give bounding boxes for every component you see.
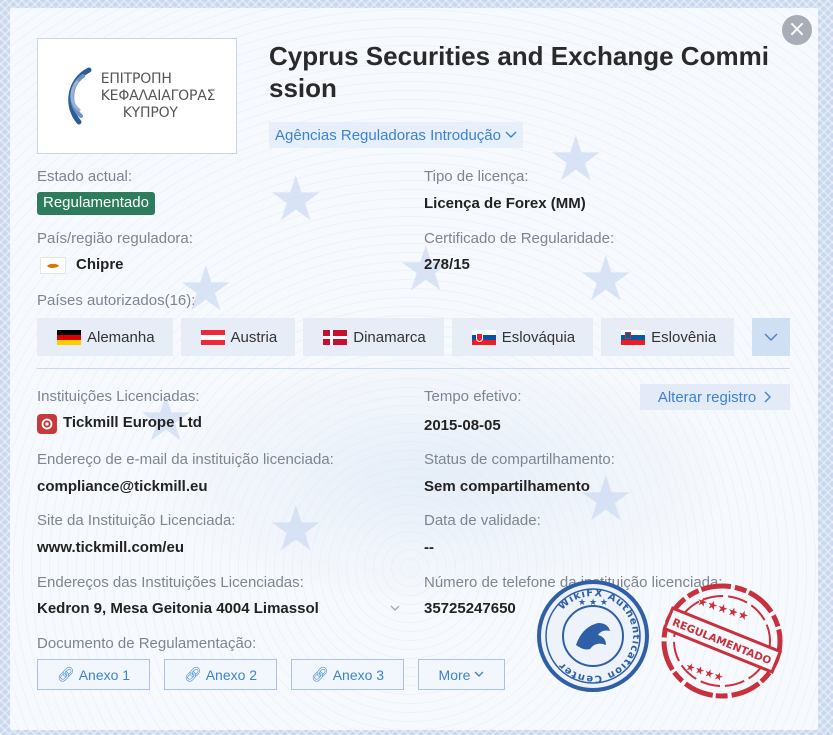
country-chip[interactable]: Austria	[180, 318, 296, 356]
annex-label: Anexo 2	[205, 666, 258, 683]
intro-link-label: Agências Reguladoras Introdução	[275, 126, 501, 144]
logo-text: ΕΠΙΤΡΟΠΗ ΚΕΦΑΛΑΙΑΓΟΡΑΣ ΚΥΠΡΟΥ	[101, 71, 216, 122]
alter-registro-button[interactable]: Alterar registro	[640, 384, 790, 410]
country-chip[interactable]: Dinamarca	[303, 318, 444, 356]
slovenia-flag-icon	[621, 329, 646, 345]
validade-value: --	[424, 539, 434, 556]
slovakia-flag-icon	[471, 329, 496, 345]
estado-label: Estado actual:	[37, 168, 133, 185]
address-expand-chevron[interactable]	[390, 601, 400, 615]
watermark-star-icon: ★	[268, 492, 324, 565]
regulated-stamp: ★★★★★ REGULAMENTADO ★★★★	[661, 583, 783, 699]
validade-label: Data de validade:	[424, 512, 541, 529]
alter-registro-label: Alterar registro	[657, 388, 757, 406]
countries-expand-button[interactable]	[752, 318, 790, 356]
svg-text:★ ★ ★: ★ ★ ★	[578, 598, 608, 608]
country-chip[interactable]: Eslováquia	[451, 318, 594, 356]
logo-line: ΚΥΠΡΟΥ	[122, 104, 178, 121]
annex-label: Anexo 1	[78, 666, 131, 683]
tickmill-logo-icon	[37, 414, 57, 434]
site-label: Site da Instituição Licenciada:	[37, 512, 236, 529]
watermark-star-icon: ★	[578, 242, 634, 315]
chevron-down-icon	[474, 671, 484, 677]
country-name: Austria	[230, 328, 278, 346]
link-icon: 🔗︎	[310, 666, 329, 682]
country-name: Eslováquia	[501, 328, 576, 346]
watermark-star-icon: ★	[548, 122, 604, 195]
annex-3-button[interactable]: 🔗︎ Anexo 3	[291, 659, 404, 690]
addr-label: Endereços das Instituições Licenciadas:	[37, 574, 304, 591]
status-value: Sem compartilhamento	[424, 478, 590, 495]
more-label: More	[438, 666, 471, 683]
paises-label: Países autorizados(16):	[37, 292, 196, 309]
wikifx-authentication-seal: WikiFX Authentication Center ★ ★ ★	[537, 580, 649, 692]
cyprus-flag-icon	[40, 257, 66, 274]
pais-value: Chipre	[76, 256, 124, 273]
tipo-value: Licença de Forex (MM)	[424, 195, 586, 212]
chevron-down-icon	[764, 333, 778, 341]
regulator-card: ★ ★ ★ ★ ★ ★ ★ ★ ΕΠΙΤΡΟΠΗ ΚΕΦΑΛΑΙΑΓΟΡΑΣ Κ…	[10, 8, 818, 730]
watermark-star-icon: ★	[268, 162, 324, 235]
site-value[interactable]: www.tickmill.com/eu	[37, 539, 184, 556]
country-chip[interactable]: Eslovênia	[601, 318, 735, 356]
regulator-logo: ΕΠΙΤΡΟΠΗ ΚΕΦΑΛΑΙΑΓΟΡΑΣ ΚΥΠΡΟΥ	[37, 38, 237, 154]
country-name: Alemanha	[87, 328, 155, 346]
logo-line: ΚΕΦΑΛΑΙΑΓΟΡΑΣ	[100, 87, 216, 104]
docs-label: Documento de Regulamentação:	[37, 635, 257, 652]
country-chip[interactable]: Alemanha	[37, 318, 173, 356]
tempo-value: 2015-08-05	[424, 417, 501, 434]
status-label: Status de compartilhamento:	[424, 451, 615, 468]
email-label: Endereço de e-mail da instituição licenc…	[37, 451, 334, 468]
page-title: Cyprus Securities and Exchange Commissio…	[269, 41, 769, 103]
logo-line: ΕΠΙΤΡΟΠΗ	[100, 70, 172, 87]
authorized-countries-list: Alemanha Austria Dinamarca Eslováquia Es…	[37, 318, 735, 356]
inst-value[interactable]: Tickmill Europe Ltd	[63, 414, 202, 431]
annex-2-button[interactable]: 🔗︎ Anexo 2	[164, 659, 277, 690]
pais-label: País/região reguladora:	[37, 230, 193, 247]
link-icon: 🔗︎	[56, 666, 75, 682]
tipo-label: Tipo de licença:	[424, 168, 529, 185]
svg-text:★★★★: ★★★★	[684, 660, 726, 685]
close-button[interactable]: ×	[782, 15, 812, 45]
germany-flag-icon	[57, 329, 81, 345]
chevron-right-icon	[764, 391, 772, 403]
phone-value: 35725247650	[424, 600, 516, 617]
austria-flag-icon	[200, 329, 225, 345]
watermark-star-icon: ★	[178, 252, 234, 325]
country-name: Dinamarca	[353, 328, 426, 346]
annex-label: Anexo 3	[332, 666, 385, 683]
country-name: Eslovênia	[651, 328, 717, 346]
regulator-intro-dropdown[interactable]: Agências Reguladoras Introdução	[269, 122, 523, 148]
chevron-down-icon	[505, 131, 517, 138]
cysec-logo-icon	[68, 67, 92, 125]
documents-list: 🔗︎ Anexo 1 🔗︎ Anexo 2 🔗︎ Anexo 3 More	[37, 659, 505, 690]
section-divider	[37, 368, 790, 369]
tempo-label: Tempo efetivo:	[424, 388, 522, 405]
close-icon: ×	[787, 17, 807, 42]
status-badge: Regulamentado	[37, 192, 155, 215]
cert-value: 278/15	[424, 256, 470, 273]
link-icon: 🔗︎	[183, 666, 202, 682]
chevron-down-icon	[390, 605, 400, 611]
email-value[interactable]: compliance@tickmill.eu	[37, 478, 208, 495]
addr-value: Kedron 9, Mesa Geitonia 4004 Limassol	[37, 600, 319, 617]
denmark-flag-icon	[323, 329, 348, 345]
cert-label: Certificado de Regularidade:	[424, 230, 615, 247]
more-docs-button[interactable]: More	[418, 659, 505, 690]
annex-1-button[interactable]: 🔗︎ Anexo 1	[37, 659, 150, 690]
inst-label: Instituições Licenciadas:	[37, 388, 200, 405]
